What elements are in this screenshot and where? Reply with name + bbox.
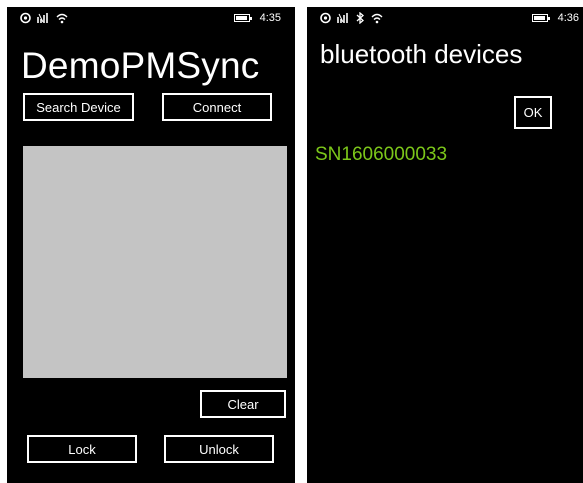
bluetooth-devices-screen: 4:36 bluetooth devices OK SN1606000033 [307,7,583,483]
connect-button[interactable]: Connect [162,93,272,121]
lock-button[interactable]: Lock [27,435,137,463]
page-title: bluetooth devices [320,39,523,69]
device-list-item[interactable]: SN1606000033 [315,143,447,167]
status-time: 4:35 [259,12,281,24]
unlock-button[interactable]: Unlock [164,435,274,463]
search-device-button[interactable]: Search Device [23,93,134,121]
status-time: 4:36 [557,12,579,24]
battery-icon [531,14,550,22]
bluetooth-icon [356,12,365,24]
signal-bars-icon [337,12,350,24]
battery-icon [233,14,252,22]
clear-button[interactable]: Clear [200,390,286,418]
status-bar: 4:35 [7,7,295,29]
status-icons [320,9,383,27]
log-text-area[interactable] [23,146,287,378]
app-main-screen: 4:35 DemoPMSync Search Device Connect Cl… [7,7,295,483]
app-title: DemoPMSync [21,45,260,86]
wifi-icon [56,12,68,24]
status-bar: 4:36 [307,7,583,29]
wifi-icon [371,12,383,24]
status-icons [20,9,68,27]
device-list: SN1606000033 [315,143,447,167]
location-icon [20,12,31,24]
ok-button[interactable]: OK [514,96,552,129]
location-icon [320,12,331,24]
signal-bars-icon [37,12,50,24]
